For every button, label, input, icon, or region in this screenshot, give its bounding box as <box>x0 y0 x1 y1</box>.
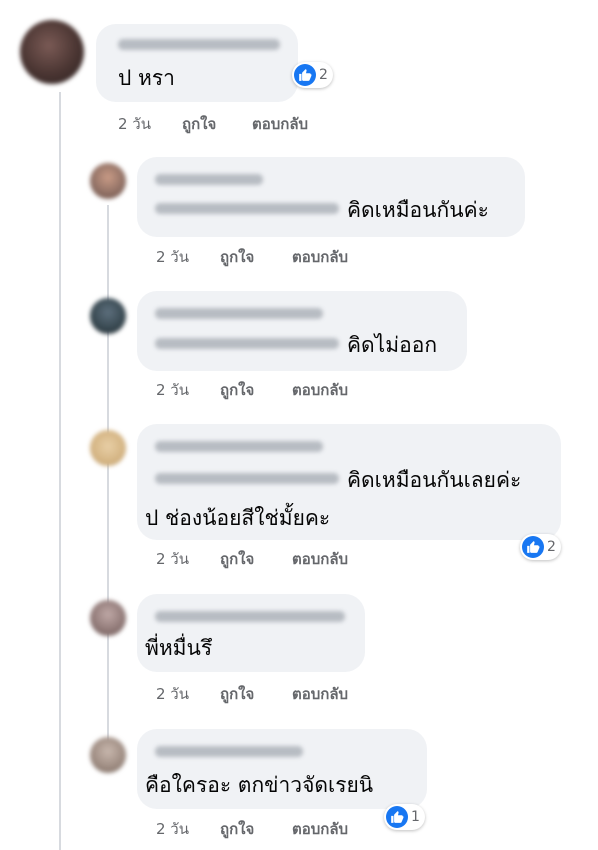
comment-age[interactable]: 2 วัน <box>156 378 189 402</box>
reply-actions: 2 วัน ถูกใจ ตอบกลับ <box>156 547 416 568</box>
reply-button[interactable]: ตอบกลับ <box>292 245 348 269</box>
reply-text: พี่หมื่นรึ <box>145 636 213 660</box>
like-icon <box>294 64 316 86</box>
reply-button[interactable]: ตอบกลับ <box>252 112 308 136</box>
author-name[interactable] <box>155 441 323 452</box>
comment-text: ป หรา <box>118 66 175 90</box>
tagged-user[interactable] <box>155 338 339 349</box>
reaction-count: 2 <box>319 67 328 83</box>
reply-button[interactable]: ตอบกลับ <box>292 817 348 841</box>
reply-bubble: คือใครอะ ตกข่าวจัดเรยนิ <box>137 729 427 809</box>
reply-actions: 2 วัน ถูกใจ ตอบกลับ <box>156 378 416 399</box>
reply-button[interactable]: ตอบกลับ <box>292 682 348 706</box>
reaction-badge[interactable]: 1 <box>384 804 425 830</box>
reply-bubble: คิดไม่ออก <box>137 291 467 371</box>
avatar[interactable] <box>90 430 126 466</box>
avatar[interactable] <box>90 163 126 199</box>
avatar[interactable] <box>90 298 126 334</box>
like-button[interactable]: ถูกใจ <box>220 547 254 571</box>
reaction-count: 1 <box>411 809 420 825</box>
like-button[interactable]: ถูกใจ <box>220 682 254 706</box>
reply-button[interactable]: ตอบกลับ <box>292 547 348 571</box>
comment-age[interactable]: 2 วัน <box>118 112 151 136</box>
author-name[interactable] <box>155 308 323 319</box>
author-name[interactable] <box>155 746 303 757</box>
like-button[interactable]: ถูกใจ <box>220 378 254 402</box>
reaction-count: 2 <box>547 539 556 555</box>
reaction-badge[interactable]: 2 <box>520 534 561 560</box>
comment-age[interactable]: 2 วัน <box>156 817 189 841</box>
reply-actions: 2 วัน ถูกใจ ตอบกลับ <box>156 817 386 838</box>
author-name[interactable] <box>155 174 263 185</box>
comment-age[interactable]: 2 วัน <box>156 682 189 706</box>
reply-text: คิดไม่ออก <box>347 333 438 357</box>
avatar[interactable] <box>90 600 126 636</box>
thread-line-reply <box>107 205 109 765</box>
tagged-user[interactable] <box>155 203 339 214</box>
reply-button[interactable]: ตอบกลับ <box>292 378 348 402</box>
reply-actions: 2 วัน ถูกใจ ตอบกลับ <box>156 682 416 703</box>
reaction-badge[interactable]: 2 <box>292 62 333 88</box>
author-name[interactable] <box>118 39 280 50</box>
comment-bubble: ป หรา <box>96 24 298 102</box>
avatar[interactable] <box>20 20 84 84</box>
reply-text: คิดเหมือนกันเลยค่ะ <box>347 468 522 492</box>
comment-actions: 2 วัน ถูกใจ ตอบกลับ <box>118 112 378 133</box>
author-name[interactable] <box>155 611 345 622</box>
tagged-user[interactable] <box>155 473 339 484</box>
thread-line-main <box>59 92 61 850</box>
reply-bubble: คิดเหมือนกันค่ะ <box>137 157 525 237</box>
like-button[interactable]: ถูกใจ <box>220 817 254 841</box>
like-button[interactable]: ถูกใจ <box>182 112 216 136</box>
reply-bubble: คิดเหมือนกันเลยค่ะ ป ช่องน้อยสีใช่มั้ยคะ <box>137 424 561 540</box>
like-icon <box>386 806 408 828</box>
comment-age[interactable]: 2 วัน <box>156 245 189 269</box>
reply-actions: 2 วัน ถูกใจ ตอบกลับ <box>156 245 416 266</box>
like-button[interactable]: ถูกใจ <box>220 245 254 269</box>
reply-text-line2: ป ช่องน้อยสีใช่มั้ยคะ <box>145 506 331 530</box>
reply-bubble: พี่หมื่นรึ <box>137 594 365 672</box>
reply-text: คิดเหมือนกันค่ะ <box>347 198 489 222</box>
like-icon <box>522 536 544 558</box>
comment-age[interactable]: 2 วัน <box>156 547 189 571</box>
avatar[interactable] <box>90 737 126 773</box>
reply-text: คือใครอะ ตกข่าวจัดเรยนิ <box>145 773 374 797</box>
